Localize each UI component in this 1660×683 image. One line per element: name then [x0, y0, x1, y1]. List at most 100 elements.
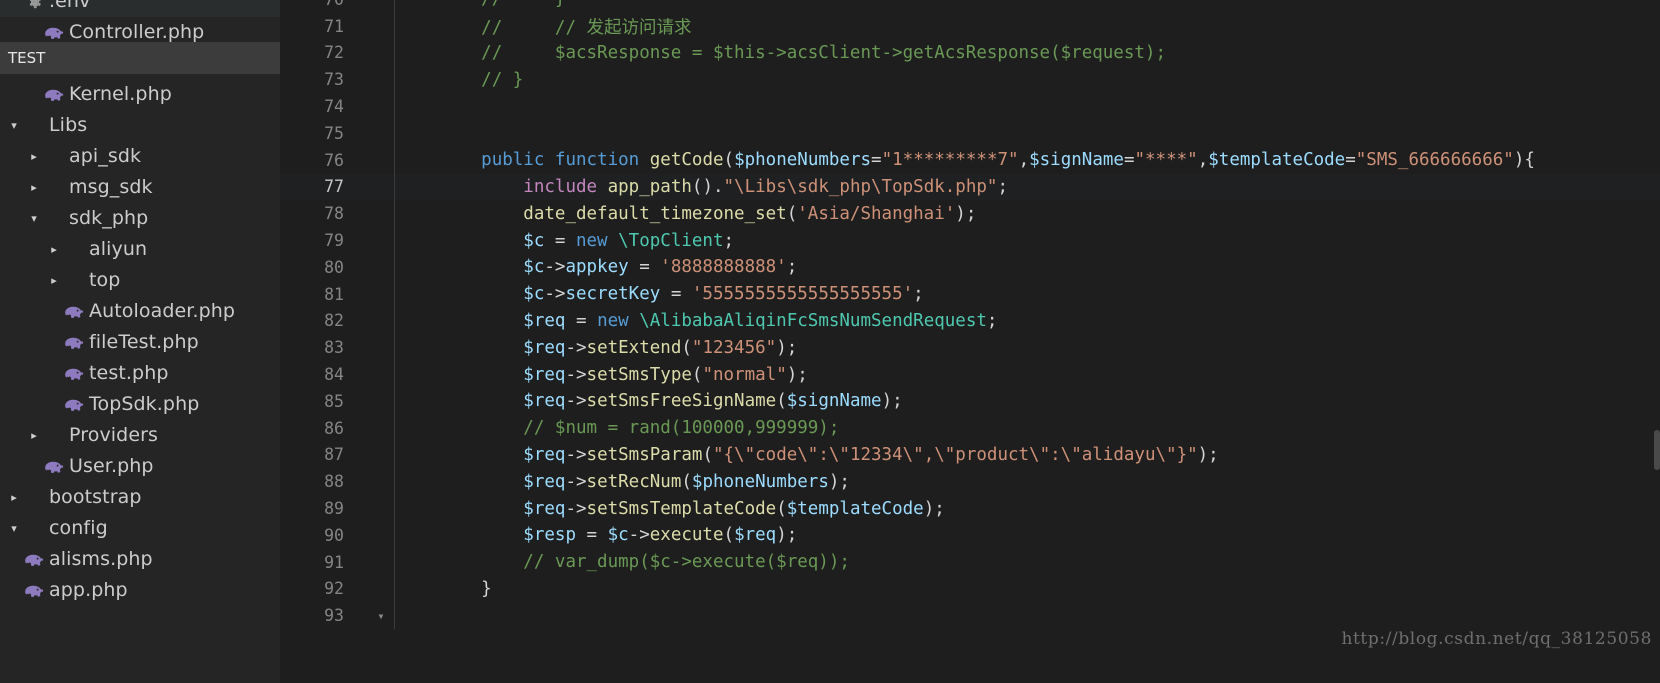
chevron-right-icon[interactable]: ▸	[26, 420, 42, 451]
code-line-text[interactable]: $req->setExtend("123456");	[395, 338, 797, 358]
file-tree-item[interactable]: ▾ Libs	[0, 110, 280, 141]
code-line-text[interactable]: $c->appkey = '8888888888';	[395, 257, 797, 277]
code-line-text[interactable]: // $acsResponse = $this->acsClient->getA…	[395, 43, 1166, 63]
code-line[interactable]: 75	[280, 119, 1660, 147]
code-line-text[interactable]: $req->setSmsType("normal");	[395, 365, 808, 385]
file-explorer-sidebar[interactable]: ▸.env▸Controller.php▸Middleware▸Kernel.p…	[0, 0, 280, 683]
code-line[interactable]: 76 public function getCode($phoneNumbers…	[280, 146, 1660, 174]
code-line-text[interactable]: $c->secretKey = '5555555555555555555';	[395, 284, 923, 305]
code-line-text[interactable]: $req->setSmsFreeSignName($signName);	[395, 391, 902, 411]
file-tree-item[interactable]: ▸ .env	[0, 0, 280, 17]
chevron-down-icon[interactable]: ▾	[6, 513, 22, 544]
code-token: =	[544, 230, 576, 251]
file-tree-item[interactable]: ▸ TopSdk.php	[0, 389, 280, 420]
code-line-text[interactable]: }	[395, 579, 492, 599]
chevron-down-icon[interactable]: ▾	[26, 203, 42, 234]
file-tree-item[interactable]: ▸ Autoloader.php	[0, 296, 280, 327]
chevron-right-icon[interactable]: ▸	[26, 141, 42, 172]
chevron-right-icon[interactable]: ▸	[6, 482, 22, 513]
code-line[interactable]: 85 $req->setSmsFreeSignName($signName);	[280, 387, 1660, 415]
code-token: "{\"code\":\"12334\",\"product\":\"alida…	[712, 444, 1198, 465]
code-line[interactable]: 77 include app_path()."\Libs\sdk_php\Top…	[280, 173, 1660, 201]
code-line-text[interactable]: $c = new \TopClient;	[395, 231, 734, 251]
chevron-right-icon[interactable]: ▸	[26, 172, 42, 203]
file-tree-item[interactable]: ▸ app.php	[0, 575, 280, 606]
chevron-right-icon[interactable]: ▸	[46, 234, 62, 265]
line-number: 83	[324, 338, 344, 358]
chevron-right-icon[interactable]: ▸	[46, 265, 62, 296]
code-line[interactable]: 81 $c->secretKey = '5555555555555555555'…	[280, 280, 1660, 308]
code-line-text[interactable]: $req->setSmsTemplateCode($templateCode);	[395, 498, 944, 519]
code-line[interactable]: 83 $req->setExtend("123456");	[280, 334, 1660, 362]
test-section-banner[interactable]: TEST	[0, 42, 280, 74]
code-line-text[interactable]: include app_path()."\Libs\sdk_php\TopSdk…	[395, 177, 1008, 197]
file-tree-item[interactable]: ▸ User.php	[0, 451, 280, 482]
file-tree-item[interactable]: ▸ top	[0, 265, 280, 296]
file-tree-item-label: Kernel.php	[69, 83, 172, 105]
code-token: (	[691, 364, 703, 385]
code-token: setSmsTemplateCode	[586, 498, 777, 519]
file-tree-item[interactable]: ▸ alisms.php	[0, 544, 280, 575]
code-line[interactable]: 92 }	[280, 575, 1660, 603]
line-number: 91	[324, 552, 344, 572]
code-token: setRecNum	[586, 471, 682, 492]
code-line-text[interactable]: // }	[395, 0, 565, 9]
code-token: ->	[544, 284, 566, 305]
code-lines[interactable]: 70 // }71 // // 发起访问请求72 // $acsResponse…	[280, 0, 1660, 630]
code-token: // var_dump($c->execute($req));	[523, 552, 850, 573]
code-line[interactable]: 70 // }	[280, 0, 1660, 13]
code-line-text[interactable]: $resp = $c->execute($req);	[395, 525, 797, 545]
code-line[interactable]: 93 ▾	[280, 602, 1660, 630]
watermark-text: http://blog.csdn.net/qq_38125058	[1341, 629, 1652, 649]
code-line-text[interactable]: date_default_timezone_set('Asia/Shanghai…	[395, 204, 976, 224]
gutter-divider	[394, 93, 395, 120]
file-tree-item[interactable]: ▸ Providers	[0, 420, 280, 451]
file-tree-item[interactable]: ▾ sdk_php	[0, 203, 280, 234]
code-line[interactable]: 73 // }	[280, 66, 1660, 94]
code-line-text[interactable]: $req->setRecNum($phoneNumbers);	[395, 472, 850, 492]
code-line[interactable]: 79 $c = new \TopClient;	[280, 227, 1660, 254]
code-line[interactable]: 87 $req->setSmsParam("{\"code\":\"12334\…	[280, 441, 1660, 469]
code-line[interactable]: 72 // $acsResponse = $this->acsClient->g…	[280, 39, 1660, 67]
php-file-icon	[62, 366, 86, 382]
code-line-text[interactable]: // }	[395, 70, 523, 90]
file-tree-item[interactable]: ▸ aliyun	[0, 234, 280, 265]
file-tree-item[interactable]: ▸ msg_sdk	[0, 172, 280, 203]
file-tree-item[interactable]: ▸ fileTest.php	[0, 327, 280, 358]
file-tree-item[interactable]: ▸ test.php	[0, 358, 280, 389]
code-line-text[interactable]: $req = new \AlibabaAliqinFcSmsNumSendReq…	[395, 311, 997, 331]
code-line[interactable]: 78 date_default_timezone_set('Asia/Shang…	[280, 200, 1660, 228]
code-line-text[interactable]: // var_dump($c->execute($req));	[395, 552, 850, 572]
code-line[interactable]: 84 $req->setSmsType("normal");	[280, 361, 1660, 388]
editor-scrollbar[interactable]	[1654, 430, 1660, 470]
code-token: $phoneNumbers	[734, 150, 872, 171]
code-line-text[interactable]: // // 发起访问请求	[395, 14, 691, 39]
code-editor[interactable]: 70 // }71 // // 发起访问请求72 // $acsResponse…	[280, 0, 1660, 683]
line-number: 74	[324, 97, 344, 117]
file-tree-item[interactable]: ▸ Kernel.php	[0, 79, 280, 110]
code-line-text[interactable]: public function getCode($phoneNumbers="1…	[395, 150, 1535, 170]
chevron-down-icon[interactable]: ▾	[6, 110, 22, 141]
code-line[interactable]: 80 $c->appkey = '8888888888';	[280, 253, 1660, 281]
code-line[interactable]: 88 $req->setRecNum($phoneNumbers);	[280, 468, 1660, 496]
code-token: ().	[691, 176, 724, 197]
code-line[interactable]: 89 $req->setSmsTemplateCode($templateCod…	[280, 495, 1660, 522]
code-line-text[interactable]: $req->setSmsParam("{\"code\":\"12334\",\…	[395, 444, 1218, 465]
code-token: $c	[523, 284, 545, 305]
fold-indicator[interactable]: ▾	[368, 609, 394, 623]
code-line[interactable]: 71 // // 发起访问请求	[280, 12, 1660, 40]
code-line[interactable]: 74	[280, 93, 1660, 120]
file-tree-item[interactable]: ▾ config	[0, 513, 280, 544]
code-line[interactable]: 82 $req = new \AlibabaAliqinFcSmsNumSend…	[280, 307, 1660, 335]
file-tree[interactable]: ▸.env▸Controller.php▸Middleware▸Kernel.p…	[0, 0, 280, 606]
file-tree-item[interactable]: ▸ api_sdk	[0, 141, 280, 172]
file-tree-item[interactable]: ▸ bootstrap	[0, 482, 280, 513]
code-line[interactable]: 90 $resp = $c->execute($req);	[280, 521, 1660, 549]
file-tree-item-label: test.php	[89, 362, 169, 384]
code-line-text[interactable]: // $num = rand(100000,999999);	[395, 418, 839, 438]
code-line[interactable]: 91 // var_dump($c->execute($req));	[280, 548, 1660, 576]
code-line[interactable]: 86 // $num = rand(100000,999999);	[280, 414, 1660, 442]
